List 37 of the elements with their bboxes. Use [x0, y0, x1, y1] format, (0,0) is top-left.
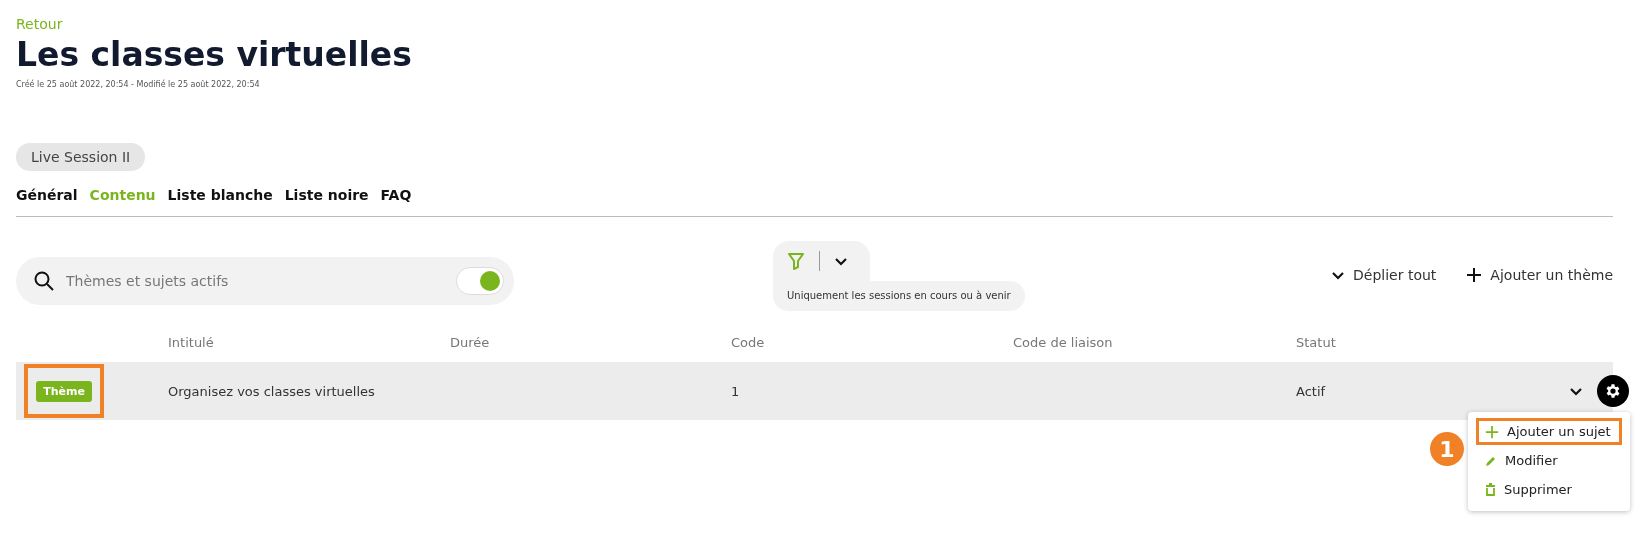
dropdown-chevron-icon [834, 256, 848, 266]
add-theme-button[interactable]: Ajouter un thème [1466, 267, 1613, 283]
filter-icon[interactable] [787, 252, 805, 270]
column-header: Statut [1296, 335, 1337, 350]
settings-button[interactable] [1597, 375, 1629, 407]
menu-item[interactable]: Supprimer [1476, 476, 1622, 503]
trash-icon [1485, 483, 1496, 496]
dates-text: Créé le 25 août 2022, 20:54 - Modifié le 25 août 2022, 20:54 [16, 80, 261, 89]
tab[interactable]: FAQ [380, 187, 412, 203]
chevron-down-icon [1331, 270, 1346, 280]
tab[interactable]: Liste blanche [167, 187, 273, 203]
column-header: Durée [450, 335, 491, 350]
plus-icon [1485, 424, 1499, 439]
search-icon [34, 271, 54, 291]
session-chip: Live Session II [16, 143, 146, 171]
menu-item[interactable]: Ajouter un sujet [1476, 418, 1622, 445]
table-cell-text: 1 [731, 383, 741, 399]
pencil-icon [1485, 454, 1497, 467]
tab[interactable]: Général [16, 187, 78, 203]
expand-all-button[interactable]: Déplier tout [1331, 267, 1437, 283]
theme-tag: Thème [36, 380, 92, 402]
expand-chevron-icon [1569, 386, 1583, 396]
column-header: Intitulé [168, 335, 215, 350]
column-header: Code de liaison [1013, 335, 1114, 350]
search-bar[interactable]: Thèmes et sujets actifs [16, 257, 514, 305]
search-field[interactable]: Thèmes et sujets actifs [64, 272, 446, 290]
table-cell-text: Organisez vos classes virtuelles [168, 383, 376, 399]
plus-icon [1466, 267, 1483, 283]
settings-icon [1604, 382, 1622, 400]
tab[interactable]: Liste noire [284, 187, 369, 203]
step-badge: 1 [1430, 432, 1464, 466]
menu-item[interactable]: Modifier [1476, 447, 1622, 474]
filter-caption: Uniquement les sessions en cours ou à venir [773, 281, 1025, 311]
table-cell-text: Actif [1296, 383, 1327, 399]
page-title: Les classes virtuelles [16, 35, 413, 74]
toggle-switch[interactable] [456, 267, 504, 295]
column-header: Code [731, 335, 766, 350]
